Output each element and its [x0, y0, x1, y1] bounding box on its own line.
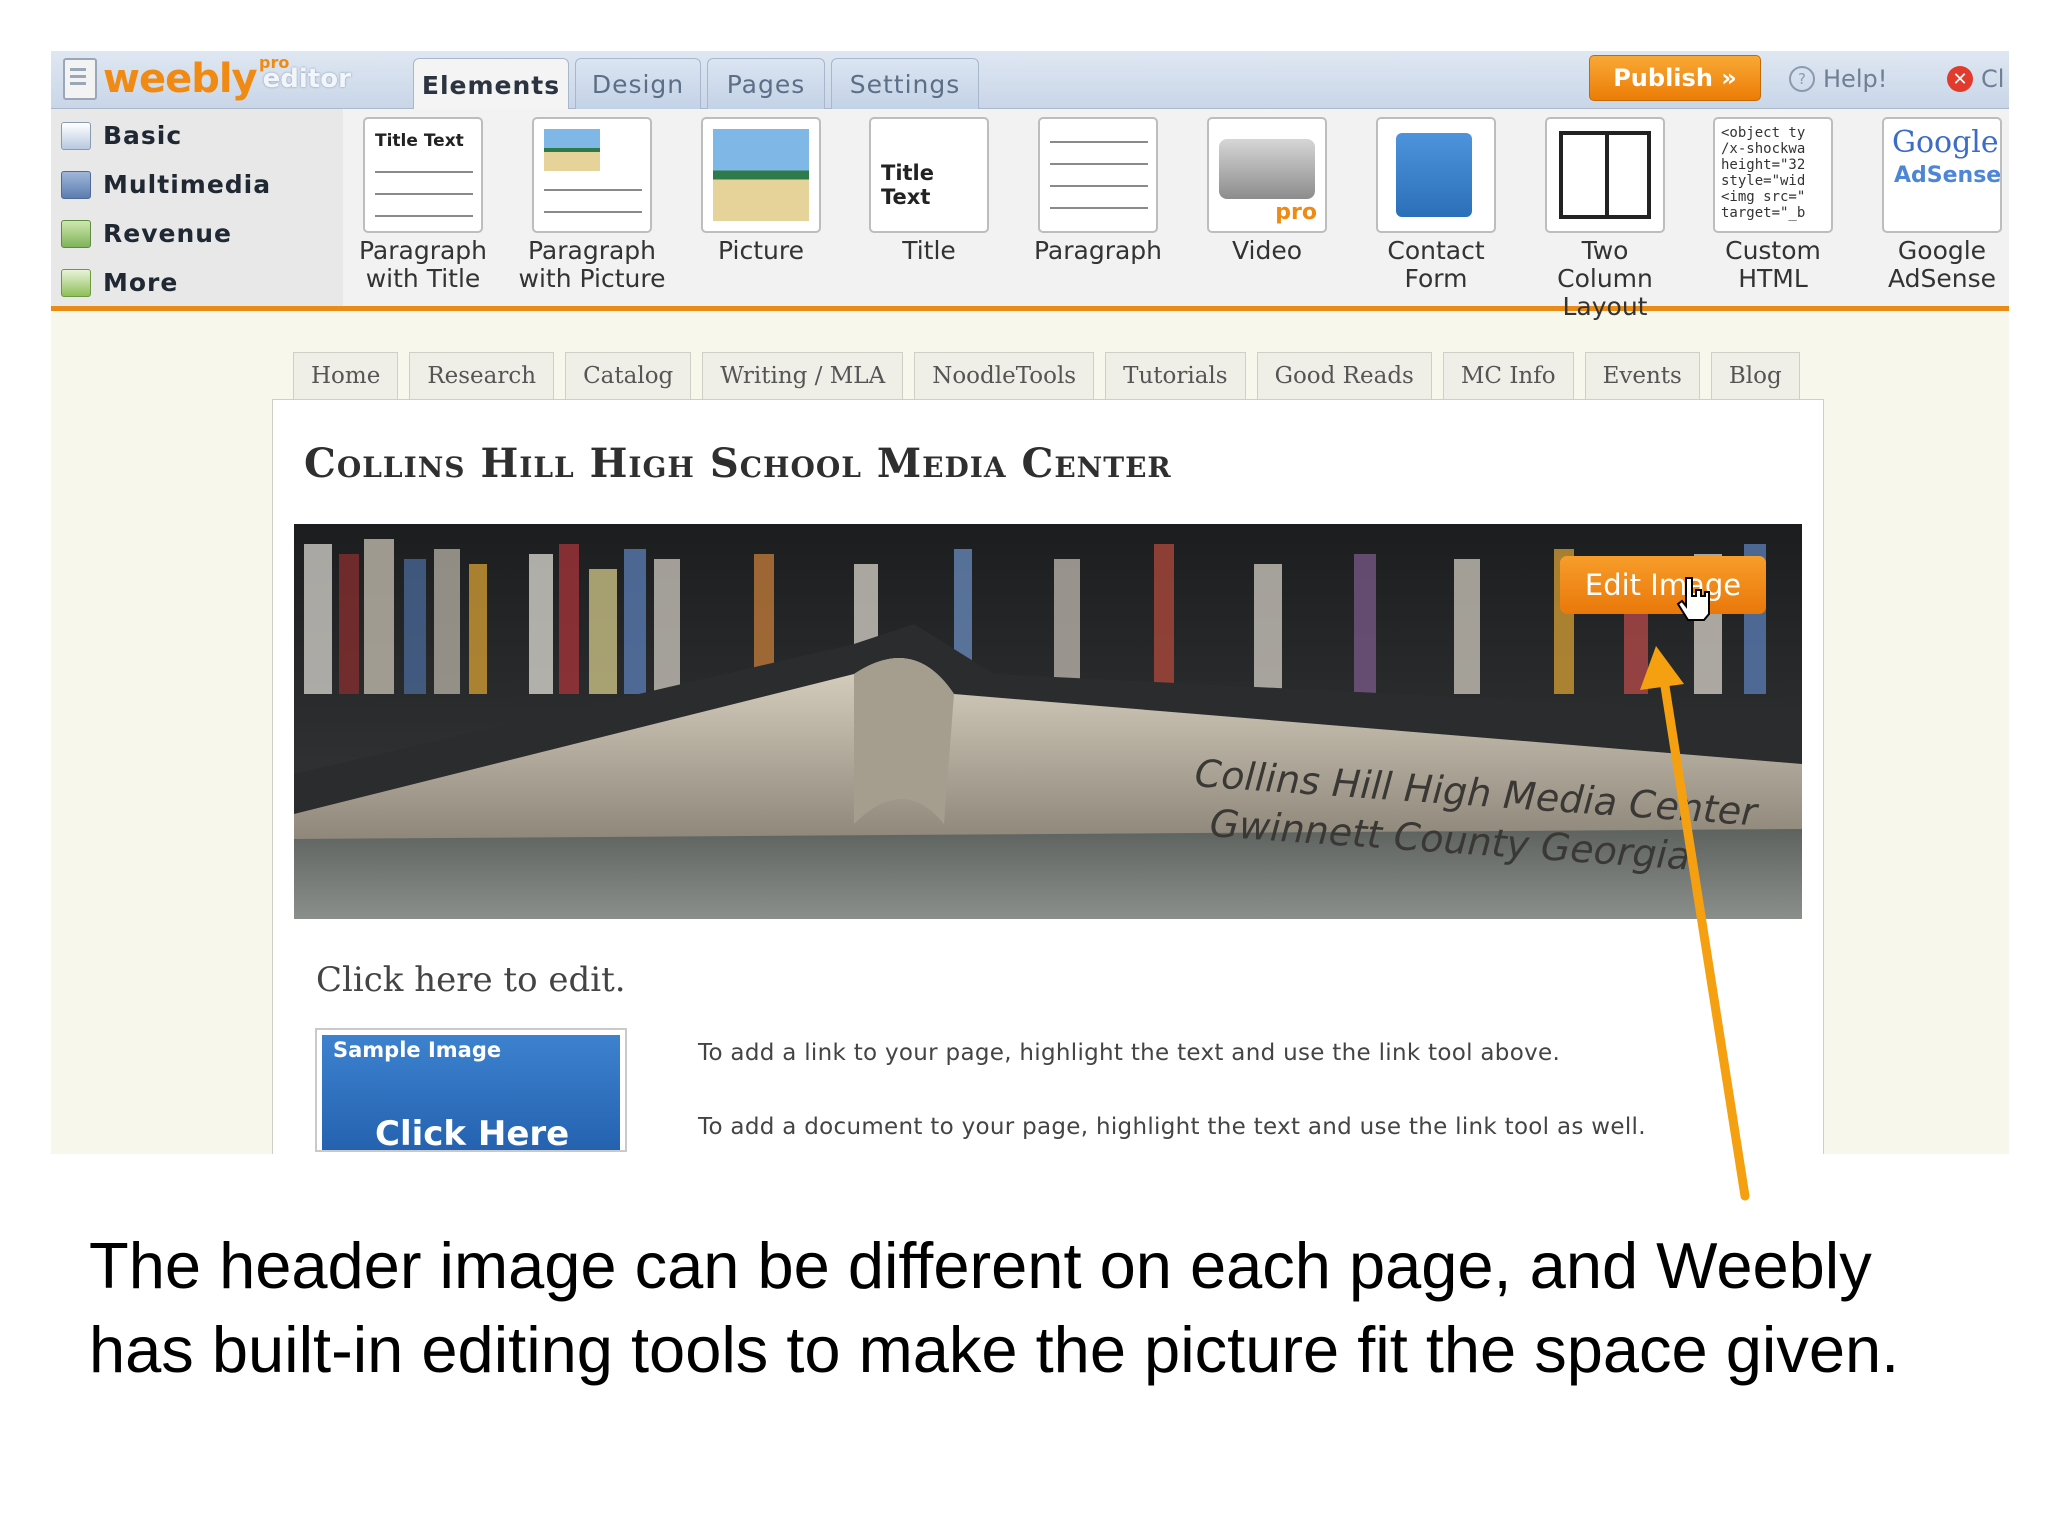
- document-help-text[interactable]: To add a document to your page, highligh…: [698, 1114, 1646, 1140]
- element-label: Picture: [718, 236, 804, 265]
- logo-pro-badge: pro: [259, 53, 290, 72]
- nav-research[interactable]: Research: [409, 352, 555, 399]
- help-icon: ?: [1789, 66, 1815, 92]
- element-label: Custom HTML: [1725, 236, 1821, 293]
- element-label: Paragraph with Picture: [518, 236, 666, 293]
- site-page: Collins Hill High School Media Center Co…: [272, 399, 1824, 1154]
- weebly-logo: weebly pro editor: [63, 53, 351, 103]
- document-icon: [63, 58, 97, 100]
- camera-body: [1219, 139, 1315, 199]
- site-title[interactable]: Collins Hill High School Media Center: [304, 440, 1172, 487]
- category-multimedia[interactable]: Multimedia: [51, 160, 343, 209]
- close-link[interactable]: ✕ Cl: [1947, 61, 2004, 97]
- click-here-to-edit[interactable]: Click here to edit.: [316, 960, 626, 1000]
- logo-word: weebly: [103, 56, 258, 102]
- nav-mc-info[interactable]: MC Info: [1442, 352, 1574, 399]
- picture-icon: [701, 117, 821, 233]
- nav-catalog[interactable]: Catalog: [565, 352, 692, 399]
- element-label: Title: [902, 236, 956, 265]
- help-link[interactable]: ? Help!: [1789, 61, 1887, 97]
- columns: [1559, 131, 1651, 219]
- editor-top-bar: weebly pro editor Elements Design Pages …: [51, 51, 2009, 111]
- thumb-picture: [713, 129, 809, 221]
- text-lines: [544, 177, 642, 223]
- google-adsense-icon: Google AdSense: [1882, 117, 2002, 233]
- multimedia-icon: [61, 170, 91, 199]
- close-icon: ✕: [1947, 66, 1973, 92]
- tab-pages[interactable]: Pages: [707, 58, 825, 109]
- nav-home[interactable]: Home: [293, 352, 399, 399]
- thumb-title: Title Text: [375, 131, 464, 151]
- text-lines: [1050, 129, 1148, 223]
- pro-badge: pro: [1275, 200, 1317, 225]
- element-label: Google AdSense: [1887, 236, 1997, 293]
- publish-button[interactable]: Publish »: [1589, 55, 1761, 101]
- more-icon: [61, 268, 91, 297]
- element-categories: Basic Multimedia Revenue More: [51, 109, 343, 306]
- contact-book: [1396, 133, 1472, 217]
- html-code: <object ty /x-shockwa height="32 style="…: [1721, 125, 1806, 221]
- category-label: Revenue: [103, 219, 233, 248]
- element-label: Two Column Layout: [1557, 236, 1653, 321]
- google-wordmark: Google: [1892, 125, 1999, 160]
- edit-image-button[interactable]: Edit Image: [1560, 556, 1766, 614]
- category-label: Multimedia: [103, 170, 272, 199]
- header-image[interactable]: Collins Hill High Media Center Gwinnett …: [294, 524, 1802, 919]
- tab-settings[interactable]: Settings: [831, 58, 979, 109]
- weebly-editor-screenshot: weebly pro editor Elements Design Pages …: [51, 51, 2009, 1154]
- nav-tutorials[interactable]: Tutorials: [1105, 352, 1246, 399]
- title-icon: Title Text: [869, 117, 989, 233]
- element-video[interactable]: pro Video: [1192, 117, 1342, 265]
- paragraph-with-title-icon: Title Text: [363, 117, 483, 233]
- link-help-text[interactable]: To add a link to your page, highlight th…: [698, 1040, 1560, 1066]
- element-google-adsense[interactable]: Google AdSense Google AdSense: [1867, 117, 2009, 293]
- category-label: Basic: [103, 121, 183, 150]
- sample-image-cta: Click Here: [375, 1114, 570, 1152]
- custom-html-icon: <object ty /x-shockwa height="32 style="…: [1713, 117, 1833, 233]
- element-label: Video: [1231, 236, 1303, 265]
- basic-icon: [61, 121, 91, 150]
- elements-toolbar: Basic Multimedia Revenue More Title Text…: [51, 109, 2009, 321]
- element-label: Paragraph with Title: [358, 236, 488, 293]
- element-paragraph-with-title[interactable]: Title Text Paragraph with Title: [348, 117, 498, 293]
- site-navigation: Home Research Catalog Writing / MLA Nood…: [293, 352, 1811, 399]
- video-camera-icon: pro: [1207, 117, 1327, 233]
- element-label: Paragraph: [1033, 236, 1163, 265]
- category-label: More: [103, 268, 179, 297]
- nav-noodletools[interactable]: NoodleTools: [914, 352, 1095, 399]
- tab-elements[interactable]: Elements: [413, 58, 569, 111]
- sample-image[interactable]: Sample Image Click Here: [315, 1028, 627, 1152]
- element-title[interactable]: Title Text Title: [854, 117, 1004, 265]
- two-column-icon: [1545, 117, 1665, 233]
- nav-writing-mla[interactable]: Writing / MLA: [702, 352, 904, 399]
- revenue-icon: [61, 219, 91, 248]
- element-label: Contact Form: [1387, 236, 1485, 293]
- nav-good-reads[interactable]: Good Reads: [1256, 352, 1432, 399]
- hand-cursor-icon: [1676, 577, 1710, 621]
- adsense-wordmark: AdSense: [1894, 163, 2002, 188]
- nav-blog[interactable]: Blog: [1710, 352, 1800, 399]
- paragraph-with-picture-icon: [532, 117, 652, 233]
- sample-image-label: Sample Image: [333, 1038, 502, 1062]
- category-more[interactable]: More: [51, 258, 343, 307]
- element-two-column-layout[interactable]: Two Column Layout: [1530, 117, 1680, 321]
- element-paragraph[interactable]: Paragraph: [1023, 117, 1173, 265]
- element-paragraph-with-picture[interactable]: Paragraph with Picture: [517, 117, 667, 293]
- category-basic[interactable]: Basic: [51, 111, 343, 160]
- text-lines: [375, 159, 473, 223]
- contact-book-icon: [1376, 117, 1496, 233]
- thumb-title: Title Text: [881, 161, 935, 209]
- close-label: Cl: [1981, 65, 2005, 93]
- category-revenue[interactable]: Revenue: [51, 209, 343, 258]
- paragraph-icon: [1038, 117, 1158, 233]
- thumb-picture: [544, 129, 600, 171]
- nav-events[interactable]: Events: [1584, 352, 1700, 399]
- tab-design[interactable]: Design: [575, 58, 701, 109]
- element-picture[interactable]: Picture: [686, 117, 836, 265]
- slide-caption: The header image can be different on eac…: [89, 1229, 1900, 1386]
- help-label: Help!: [1823, 65, 1888, 93]
- element-contact-form[interactable]: Contact Form: [1361, 117, 1511, 293]
- element-custom-html[interactable]: <object ty /x-shockwa height="32 style="…: [1698, 117, 1848, 293]
